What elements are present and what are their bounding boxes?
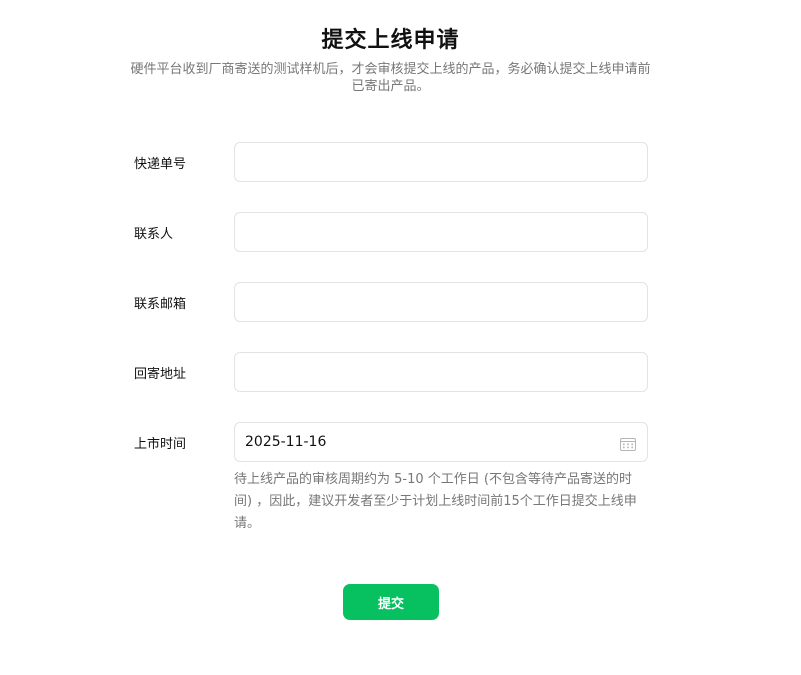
page-subtitle: 硬件平台收到厂商寄送的测试样机后，才会审核提交上线的产品，务必确认提交上线申请前… <box>130 62 651 94</box>
tracking-number-row: 快递单号 <box>134 142 648 182</box>
review-period-hint: 待上线产品的审核周期约为 5-10 个工作日 (不包含等待产品寄送的时间) ，因… <box>234 472 637 531</box>
contact-email-input[interactable] <box>235 283 647 321</box>
contact-email-field-box <box>234 282 648 322</box>
tracking-number-label: 快递单号 <box>134 157 187 172</box>
tracking-number-input[interactable] <box>235 143 647 181</box>
contact-person-row: 联系人 <box>134 212 648 252</box>
return-address-row: 回寄地址 <box>134 352 648 392</box>
contact-email-row: 联系邮箱 <box>134 282 648 322</box>
page-title: 提交上线申请 <box>321 28 460 53</box>
calendar-icon[interactable] <box>620 436 636 451</box>
contact-person-label: 联系人 <box>134 227 174 242</box>
tracking-number-field-box <box>234 142 648 182</box>
return-address-label: 回寄地址 <box>134 367 187 382</box>
launch-date-row: 上市时间 <box>134 422 648 462</box>
contact-person-field-box <box>234 212 648 252</box>
contact-email-label: 联系邮箱 <box>134 297 187 312</box>
submit-button[interactable]: 提交 <box>343 584 439 620</box>
launch-date-input[interactable] <box>235 423 647 461</box>
launch-date-field-box <box>234 422 648 462</box>
submit-launch-application-page: 提交上线申请 硬件平台收到厂商寄送的测试样机后，才会审核提交上线的产品，务必确认… <box>0 0 801 675</box>
contact-person-input[interactable] <box>235 213 647 251</box>
return-address-field-box <box>234 352 648 392</box>
launch-date-label: 上市时间 <box>134 437 187 452</box>
return-address-input[interactable] <box>235 353 647 391</box>
